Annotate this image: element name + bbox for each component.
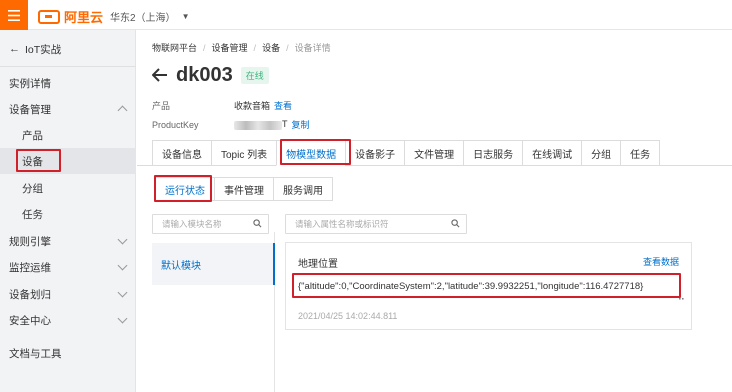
- main-tabs: 设备信息 Topic 列表 物模型数据 设备影子 文件管理 日志服务 在线调试 …: [152, 140, 661, 166]
- sidebar-item-rule-engine[interactable]: 规则引擎: [0, 228, 136, 254]
- property-search-input[interactable]: [295, 219, 466, 229]
- meta-productkey-row: ProductKey T 复制: [152, 118, 310, 131]
- sidebar-item-monitoring[interactable]: 监控运维: [0, 254, 136, 280]
- caret-down-icon: ▼: [181, 12, 190, 21]
- sidebar-divider: [0, 66, 136, 67]
- tab-task[interactable]: 任务: [620, 140, 661, 166]
- breadcrumb-item[interactable]: 物联网平台: [152, 41, 197, 54]
- chevron-down-icon: [117, 260, 128, 271]
- sidebar-item-security[interactable]: 安全中心: [0, 307, 136, 333]
- page-title: dk003: [176, 64, 233, 86]
- logo-text: 阿里云: [64, 10, 104, 25]
- region-label: 华东2（上海）: [110, 13, 176, 24]
- sidebar-item-device-assign[interactable]: 设备划归: [0, 281, 136, 307]
- sidebar-item-label: 设备管理: [9, 103, 51, 116]
- aliyun-logo-icon: [38, 9, 60, 24]
- highlight-box: [280, 139, 351, 165]
- meta-label: ProductKey: [152, 119, 199, 130]
- breadcrumb-separator: /: [286, 42, 289, 53]
- title-row: dk003 在线: [151, 64, 269, 87]
- productkey-suffix: T: [282, 119, 288, 130]
- copy-link[interactable]: 复制: [292, 118, 310, 131]
- highlight-box: [292, 273, 681, 298]
- tab-device-info[interactable]: 设备信息: [152, 140, 211, 166]
- status-badge: 在线: [240, 67, 269, 84]
- sidebar-item-label: 任务: [22, 208, 43, 221]
- tab-log-service[interactable]: 日志服务: [463, 140, 523, 166]
- property-search[interactable]: [285, 214, 467, 234]
- sidebar-item-label: 安全中心: [9, 314, 51, 327]
- property-timestamp: 2021/04/25 14:02:44.811: [298, 311, 398, 321]
- sidebar-item-instance-detail[interactable]: 实例详情: [0, 70, 136, 96]
- sidebar-item-device-management[interactable]: 设备管理: [0, 96, 136, 122]
- more-icon[interactable]: ⠉: [678, 299, 685, 309]
- sidebar-item-label: 产品: [22, 129, 43, 142]
- back-arrow-icon[interactable]: [151, 67, 168, 85]
- subtab-service-call[interactable]: 服务调用: [273, 177, 333, 201]
- aliyun-logo[interactable]: 阿里云: [38, 7, 103, 26]
- main-content: 物联网平台 / 设备管理 / 设备 / 设备详情 dk003 在线 产品 收款音…: [137, 30, 732, 392]
- menu-icon[interactable]: [0, 0, 28, 30]
- tab-file-management[interactable]: 文件管理: [404, 140, 464, 166]
- breadcrumb-current: 设备详情: [294, 43, 331, 53]
- subtab-event-management[interactable]: 事件管理: [214, 177, 273, 201]
- sidebar-item-task[interactable]: 任务: [0, 201, 136, 227]
- sidebar-item-group[interactable]: 分组: [0, 175, 136, 201]
- sidebar-item-label: 规则引擎: [9, 235, 51, 248]
- back-arrow-icon: ←: [9, 43, 20, 55]
- search-icon: [451, 219, 460, 228]
- property-title: 地理位置: [298, 259, 338, 270]
- view-product-link[interactable]: 查看: [274, 99, 292, 112]
- highlight-box: [16, 149, 61, 172]
- chevron-down-icon: [117, 234, 128, 245]
- sidebar-item-label: 监控运维: [9, 261, 51, 274]
- breadcrumb: 物联网平台 / 设备管理 / 设备 / 设备详情: [152, 41, 331, 54]
- search-icon: [253, 219, 262, 228]
- product-value: 收款音箱: [234, 101, 271, 111]
- productkey-value: T: [234, 119, 288, 130]
- sidebar-item-label: 设备划归: [9, 288, 51, 301]
- chevron-down-icon: [117, 313, 128, 324]
- meta-label: 产品: [152, 101, 171, 111]
- tab-group[interactable]: 分组: [581, 140, 621, 166]
- breadcrumb-item[interactable]: 设备管理: [212, 41, 248, 54]
- tab-topic-list[interactable]: Topic 列表: [211, 140, 277, 166]
- chevron-up-icon: [117, 105, 128, 116]
- view-data-link[interactable]: 查看数据: [643, 255, 679, 268]
- sidebar-item-product[interactable]: 产品: [0, 122, 136, 148]
- sidebar-item-label: 文档与工具: [9, 347, 62, 360]
- sidebar: ← IoT实战 实例详情 设备管理 产品 设备 分组 任务 规则引擎 监控运维 …: [0, 30, 136, 392]
- sidebar-item-label: 实例详情: [9, 77, 51, 90]
- sidebar-back-label: IoT实战: [25, 43, 62, 56]
- region-selector[interactable]: 华东2（上海） ▼: [110, 9, 189, 24]
- sidebar-item-label: 分组: [22, 182, 43, 195]
- module-item-default[interactable]: 默认模块: [152, 243, 275, 285]
- meta-product-row: 产品 收款音箱 查看: [152, 99, 292, 112]
- breadcrumb-item[interactable]: 设备: [262, 41, 280, 54]
- highlight-box: [154, 175, 212, 202]
- breadcrumb-separator: /: [203, 42, 206, 53]
- sidebar-item-docs-tools[interactable]: 文档与工具: [0, 340, 136, 366]
- module-item-label: 默认模块: [161, 260, 201, 272]
- breadcrumb-separator: /: [253, 42, 257, 53]
- module-search[interactable]: [152, 214, 269, 234]
- chevron-down-icon: [117, 287, 128, 298]
- top-bar: 阿里云 华东2（上海） ▼: [0, 0, 732, 30]
- tab-online-debug[interactable]: 在线调试: [522, 140, 582, 166]
- tab-device-shadow[interactable]: 设备影子: [345, 140, 405, 166]
- redacted-mask: [234, 120, 282, 130]
- sidebar-back-iot[interactable]: ← IoT实战: [0, 36, 136, 62]
